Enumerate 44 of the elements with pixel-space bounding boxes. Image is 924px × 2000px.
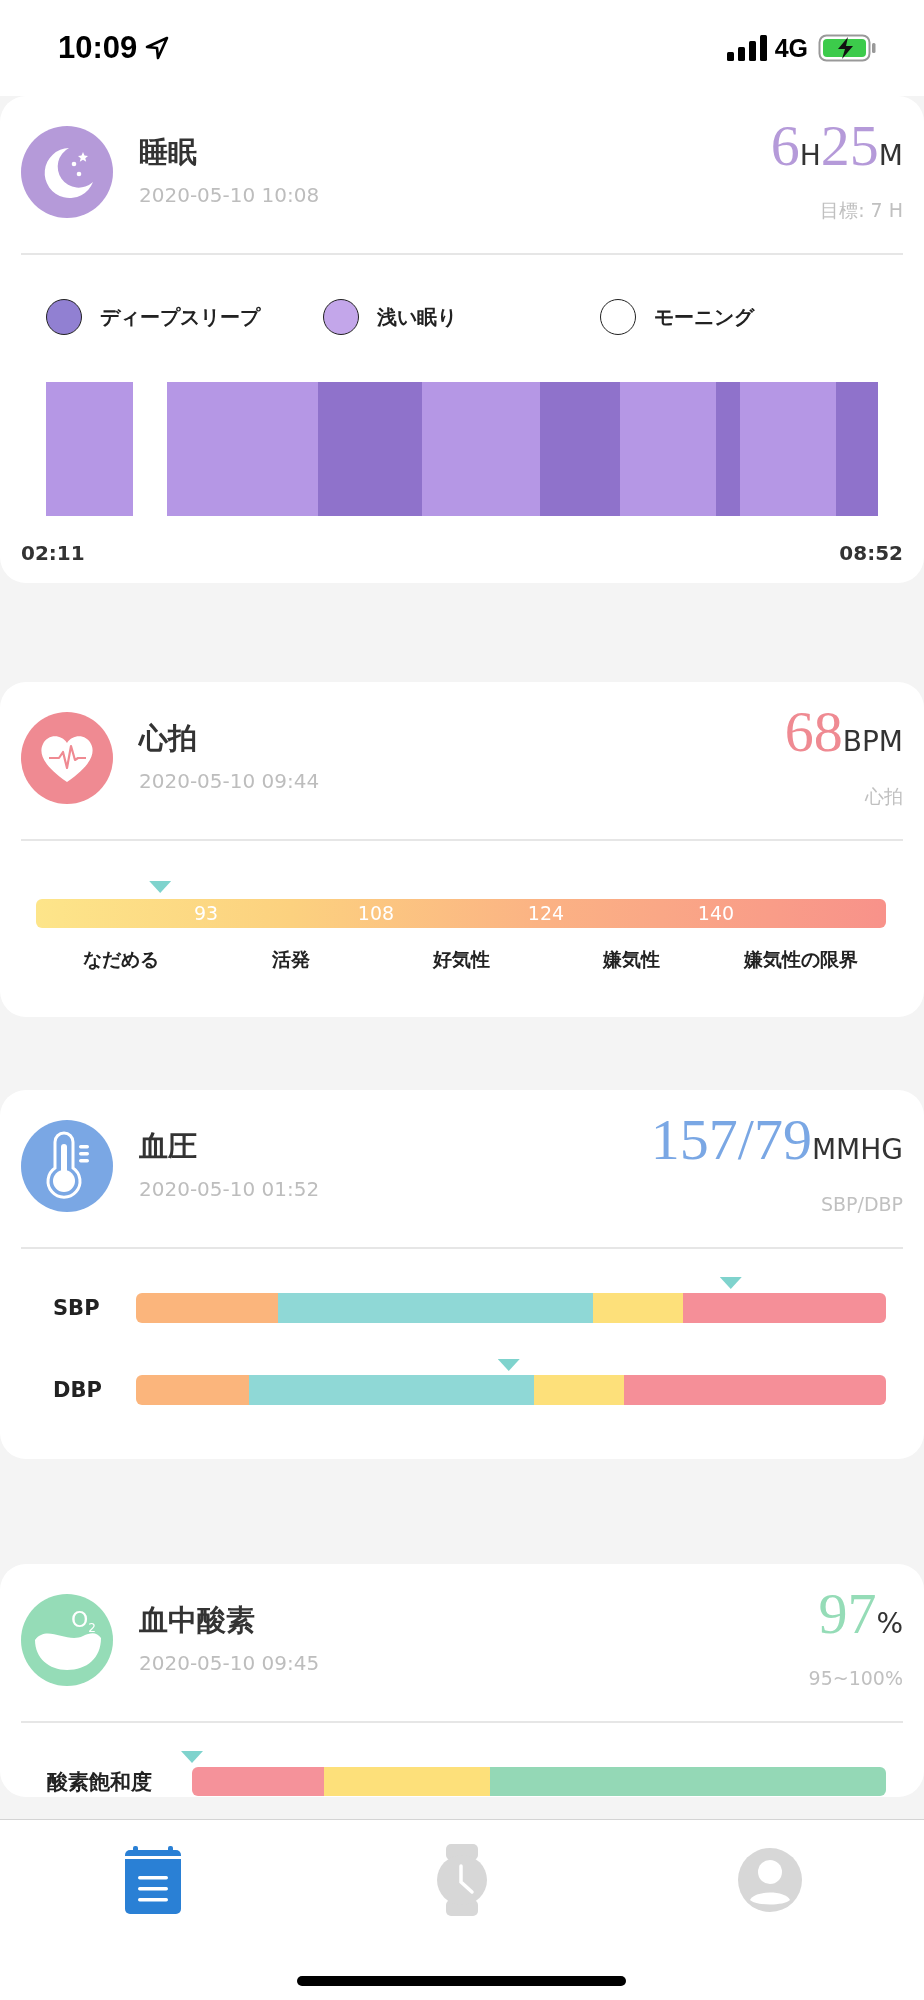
timestamp: 2020-05-10 09:45: [139, 1650, 320, 1676]
reading-caption: SBP/DBP: [820, 1192, 903, 1217]
network-type: 4G: [774, 33, 808, 63]
water-wave-icon: [21, 1594, 113, 1686]
location-arrow-icon: [145, 36, 170, 60]
timestamp: 2020-05-10 01:52: [139, 1176, 320, 1202]
zone-label: 嫌気性: [601, 947, 661, 971]
legend-label: 浅い眠り: [377, 303, 457, 331]
bar-label: 酸素飽和度: [46, 1768, 153, 1796]
clock-time: 10:09: [58, 30, 138, 66]
start-time: 02:11: [21, 541, 85, 565]
card-title: 心拍: [139, 720, 197, 757]
icon-label: O$_{2}$: [71, 1608, 96, 1638]
zone-label: なだめる: [82, 947, 160, 971]
timestamp: 2020-05-10 10:08: [139, 182, 320, 208]
zone-label: 嫌気性の限界: [742, 947, 859, 971]
threshold-value: 140: [697, 901, 735, 926]
reading-caption: 目標: 7 H: [820, 198, 903, 223]
legend-label: モーニング: [654, 303, 754, 331]
reading-value: 157/79MMHG: [650, 1106, 903, 1174]
threshold-value: 108: [357, 901, 395, 926]
thermometer-icon: [21, 1120, 113, 1212]
zone-label: 好気性: [431, 947, 491, 971]
bar-label: DBP: [52, 1378, 103, 1402]
reading-value: 97%: [818, 1580, 903, 1648]
reading-value: 68BPM: [784, 698, 903, 766]
home-indicator[interactable]: [297, 1976, 626, 1986]
moon-icon: [21, 126, 113, 218]
end-time: 08:52: [839, 541, 903, 565]
heart-pulse-icon: [21, 712, 113, 804]
reading-value: 6H25M: [770, 112, 903, 180]
card-title: 血中酸素: [139, 1602, 255, 1639]
signal-icon: [726, 35, 767, 61]
threshold-value: 93: [193, 901, 219, 926]
reading-caption: 心拍: [865, 784, 903, 809]
zone-label: 活発: [271, 947, 311, 971]
bar-label: SBP: [52, 1296, 101, 1320]
card-title: 血圧: [139, 1128, 197, 1165]
card-title: 睡眠: [139, 134, 197, 171]
timestamp: 2020-05-10 09:44: [139, 768, 320, 794]
battery-charging-icon: [818, 34, 876, 62]
legend-label: ディープスリープ: [100, 303, 260, 331]
threshold-value: 124: [527, 901, 565, 926]
reading-caption: 95~100%: [808, 1666, 903, 1691]
